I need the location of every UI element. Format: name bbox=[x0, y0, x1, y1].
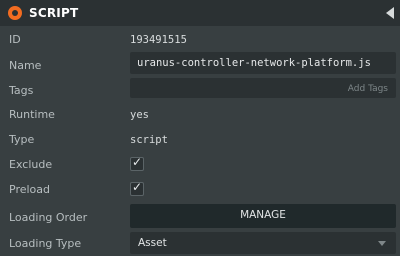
runtime-row: Runtime yes bbox=[0, 103, 400, 125]
exclude-checkbox[interactable] bbox=[130, 155, 144, 171]
id-label: ID bbox=[9, 33, 21, 46]
preload-label: Preload bbox=[9, 183, 50, 196]
preload-checkbox[interactable] bbox=[130, 180, 144, 196]
collapse-arrow-icon[interactable] bbox=[386, 7, 394, 19]
runtime-label: Runtime bbox=[9, 108, 55, 121]
loading-type-select[interactable]: Asset bbox=[130, 232, 396, 254]
name-field[interactable]: uranus-controller-network-platform.js bbox=[130, 52, 396, 74]
dropdown-arrow-icon bbox=[378, 241, 386, 246]
name-row: Name uranus-controller-network-platform.… bbox=[0, 52, 400, 78]
exclude-row: Exclude bbox=[0, 153, 400, 175]
exclude-label: Exclude bbox=[9, 158, 53, 171]
loading-type-label: Loading Type bbox=[9, 237, 82, 250]
script-asset-icon bbox=[8, 6, 22, 20]
tags-input[interactable]: Add Tags bbox=[130, 78, 396, 98]
type-label: Type bbox=[9, 133, 35, 146]
manage-button-label: MANAGE bbox=[240, 209, 286, 221]
id-value: 193491515 bbox=[130, 34, 187, 46]
manage-button[interactable]: MANAGE bbox=[130, 204, 396, 228]
loading-type-selected: Asset bbox=[138, 237, 167, 249]
name-label: Name bbox=[9, 59, 42, 72]
loading-type-row: Loading Type Asset bbox=[0, 232, 400, 254]
loading-order-row: Loading Order MANAGE bbox=[0, 204, 400, 230]
add-tags-button[interactable]: Add Tags bbox=[348, 84, 388, 94]
name-input-value: uranus-controller-network-platform.js bbox=[137, 57, 371, 69]
type-value: script bbox=[130, 134, 168, 146]
loading-order-label: Loading Order bbox=[9, 211, 88, 224]
script-inspector-panel: SCRIPT ID 193491515 Name uranus-controll… bbox=[0, 0, 400, 256]
runtime-value: yes bbox=[130, 109, 149, 121]
panel-title: SCRIPT bbox=[29, 6, 79, 20]
id-row: ID 193491515 bbox=[0, 26, 400, 50]
panel-header: SCRIPT bbox=[0, 0, 400, 26]
type-row: Type script bbox=[0, 128, 400, 150]
tags-label: Tags bbox=[9, 84, 34, 97]
preload-row: Preload bbox=[0, 178, 400, 200]
tags-row: Tags Add Tags bbox=[0, 78, 400, 102]
